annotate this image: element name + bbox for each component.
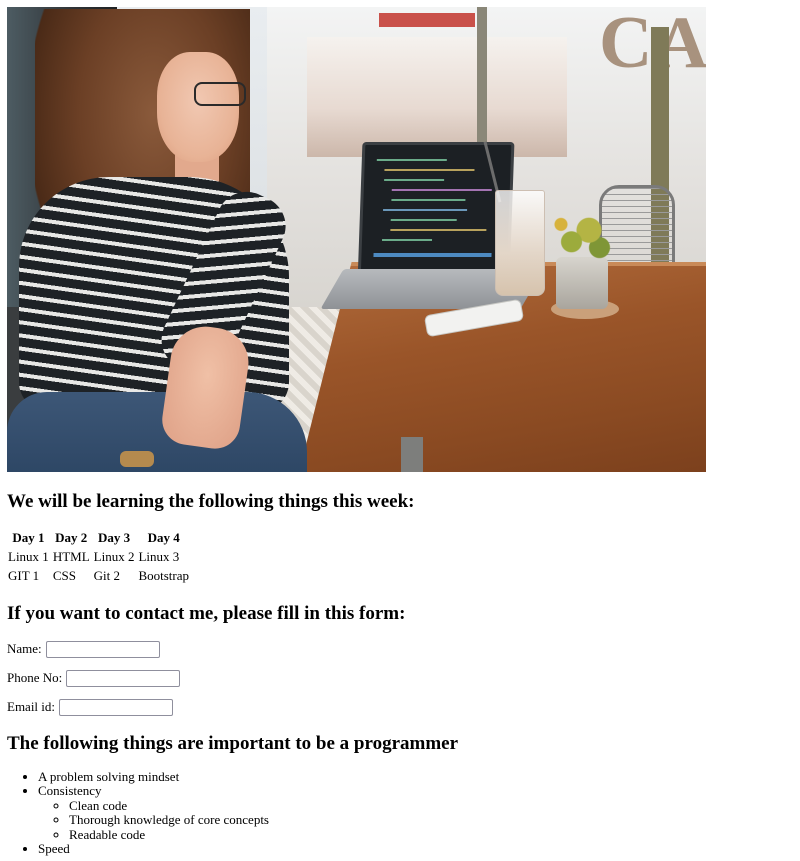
- sub-list-item: Readable code: [69, 827, 793, 842]
- table-cell: Linux 1: [8, 549, 49, 564]
- email-label: Email id:: [7, 699, 56, 714]
- table-header-cell: Day 4: [147, 530, 180, 545]
- learning-heading: We will be learning the following things…: [7, 491, 415, 512]
- table-header-cell: Day 3: [97, 530, 131, 545]
- programmer-heading: The following things are important to be…: [7, 733, 459, 754]
- table-cell: GIT 1: [8, 568, 40, 583]
- sub-list: Clean code Thorough knowledge of core co…: [38, 798, 793, 842]
- table-header-cell: Day 1: [12, 530, 45, 545]
- list-item-label: Consistency: [38, 783, 102, 799]
- list-item-label: Speed: [38, 841, 70, 857]
- topics-list: A problem solving mindset Consistency Cl…: [7, 769, 793, 857]
- table-header-row: Day 1 Day 2 Day 3 Day 4: [7, 529, 190, 546]
- phone-row: Phone No:: [7, 669, 793, 687]
- table-cell: HTML: [52, 549, 90, 564]
- table-row: Linux 1 HTML Linux 2 Linux 3: [7, 548, 190, 565]
- list-item: A problem solving mindset: [38, 769, 793, 784]
- contact-heading: If you want to contact me, please fill i…: [7, 603, 406, 624]
- name-field[interactable]: [45, 640, 160, 658]
- table-cell: CSS: [52, 568, 76, 583]
- name-label: Name:: [7, 641, 42, 656]
- sub-list-item: Thorough knowledge of core concepts: [69, 812, 793, 827]
- schedule-table: Day 1 Day 2 Day 3 Day 4 Linux 1 HTML Lin…: [5, 527, 192, 586]
- list-item: Consistency Clean code Thorough knowledg…: [38, 784, 793, 842]
- list-item: Speed: [38, 841, 793, 857]
- list-item-label: A problem solving mindset: [38, 769, 180, 784]
- phone-field[interactable]: [66, 669, 181, 687]
- hero-image: CA: [7, 7, 706, 472]
- table-cell: Bootstrap: [138, 568, 190, 583]
- sub-list-item: Clean code: [69, 798, 793, 813]
- table-header-cell: Day 2: [55, 530, 88, 545]
- table-row: GIT 1 CSS Git 2 Bootstrap: [7, 567, 190, 584]
- name-row: Name:: [7, 640, 793, 658]
- table-cell: Git 2: [93, 568, 121, 583]
- contact-form: Name: Phone No: Email id:: [7, 640, 793, 716]
- table-cell: Linux 2: [93, 549, 135, 564]
- email-row: Email id:: [7, 698, 793, 716]
- phone-label: Phone No:: [7, 670, 63, 685]
- table-cell: Linux 3: [138, 549, 180, 564]
- email-field[interactable]: [59, 698, 174, 716]
- page-content: CA: [7, 7, 793, 856]
